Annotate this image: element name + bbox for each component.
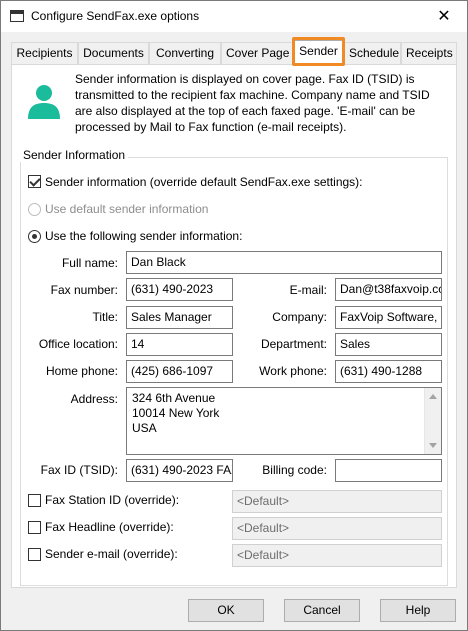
title-bar[interactable]: Configure SendFax.exe options ✕ <box>1 1 467 32</box>
address-field[interactable]: 324 6th Avenue 10014 New York USA <box>126 387 442 455</box>
sender-tab-panel: Sender information is displayed on cover… <box>11 64 457 588</box>
sender-email-override-field: <Default> <box>232 544 442 567</box>
office-location-field[interactable]: 14 <box>126 333 233 356</box>
billing-code-label: Billing code: <box>262 463 327 477</box>
scroll-down-icon[interactable] <box>429 443 437 448</box>
fax-number-field[interactable]: (631) 490-2023 <box>126 278 233 301</box>
group-legend: Sender Information <box>20 148 129 162</box>
tab-converting[interactable]: Converting <box>149 42 221 64</box>
home-phone-label: Home phone: <box>45 364 118 378</box>
ok-button[interactable]: OK <box>188 599 264 622</box>
fax-headline-checkbox[interactable] <box>28 521 41 534</box>
work-phone-label: Work phone: <box>259 364 327 378</box>
department-label: Department: <box>260 337 327 351</box>
help-button[interactable]: Help <box>380 599 456 622</box>
address-line: USA <box>132 421 157 435</box>
full-name-field[interactable]: Dan Black <box>126 251 442 274</box>
tab-documents[interactable]: Documents <box>78 42 149 64</box>
office-location-label: Office location: <box>38 337 118 351</box>
full-name-label: Full name: <box>61 256 118 270</box>
address-scrollbar[interactable] <box>424 388 441 454</box>
close-button[interactable]: ✕ <box>421 1 467 32</box>
tab-schedule[interactable]: Schedule <box>344 42 401 64</box>
cancel-button[interactable]: Cancel <box>284 599 360 622</box>
fax-id-field[interactable]: (631) 490-2023 FAX <box>126 459 233 482</box>
use-following-radio[interactable] <box>28 230 41 243</box>
user-icon <box>28 85 60 119</box>
address-line: 10014 New York <box>132 406 220 420</box>
home-phone-field[interactable]: (425) 686-1097 <box>126 360 233 383</box>
work-phone-field[interactable]: (631) 490-1288 <box>335 360 442 383</box>
fax-id-label: Fax ID (TSID): <box>40 463 118 477</box>
window-title: Configure SendFax.exe options <box>31 9 200 23</box>
tab-sender[interactable]: Sender <box>293 40 344 66</box>
company-label: Company: <box>272 310 327 324</box>
company-field[interactable]: FaxVoip Software, L <box>335 306 442 329</box>
title-label: Title: <box>92 310 118 324</box>
tab-receipts[interactable]: Receipts <box>401 42 457 64</box>
tab-cover-page[interactable]: Cover Page <box>221 42 293 64</box>
billing-code-field[interactable] <box>335 459 442 482</box>
fax-headline-label[interactable]: Fax Headline (override): <box>45 520 174 534</box>
use-default-radio <box>28 203 41 216</box>
scroll-up-icon[interactable] <box>429 394 437 399</box>
override-sender-checkbox[interactable] <box>28 175 41 188</box>
address-line: 324 6th Avenue <box>132 391 216 405</box>
info-description: Sender information is displayed on cover… <box>75 72 430 134</box>
window-app-icon <box>10 10 24 22</box>
title-field[interactable]: Sales Manager <box>126 306 233 329</box>
sender-email-checkbox[interactable] <box>28 548 41 561</box>
address-label: Address: <box>70 392 118 406</box>
email-field[interactable]: Dan@t38faxvoip.cc <box>335 278 442 301</box>
sender-email-override-label[interactable]: Sender e-mail (override): <box>45 547 178 561</box>
fax-station-id-field: <Default> <box>232 490 442 513</box>
use-default-label: Use default sender information <box>45 202 209 216</box>
fax-station-id-label[interactable]: Fax Station ID (override): <box>45 493 179 507</box>
use-following-label[interactable]: Use the following sender information: <box>45 229 242 243</box>
email-label: E-mail: <box>289 283 327 297</box>
fax-number-label: Fax number: <box>50 283 118 297</box>
tab-recipients[interactable]: Recipients <box>11 42 78 64</box>
fax-station-id-checkbox[interactable] <box>28 494 41 507</box>
department-field[interactable]: Sales <box>335 333 442 356</box>
override-sender-label[interactable]: Sender information (override default Sen… <box>45 175 363 189</box>
fax-headline-field: <Default> <box>232 517 442 540</box>
dialog-window: Configure SendFax.exe options ✕ Recipien… <box>0 0 468 631</box>
